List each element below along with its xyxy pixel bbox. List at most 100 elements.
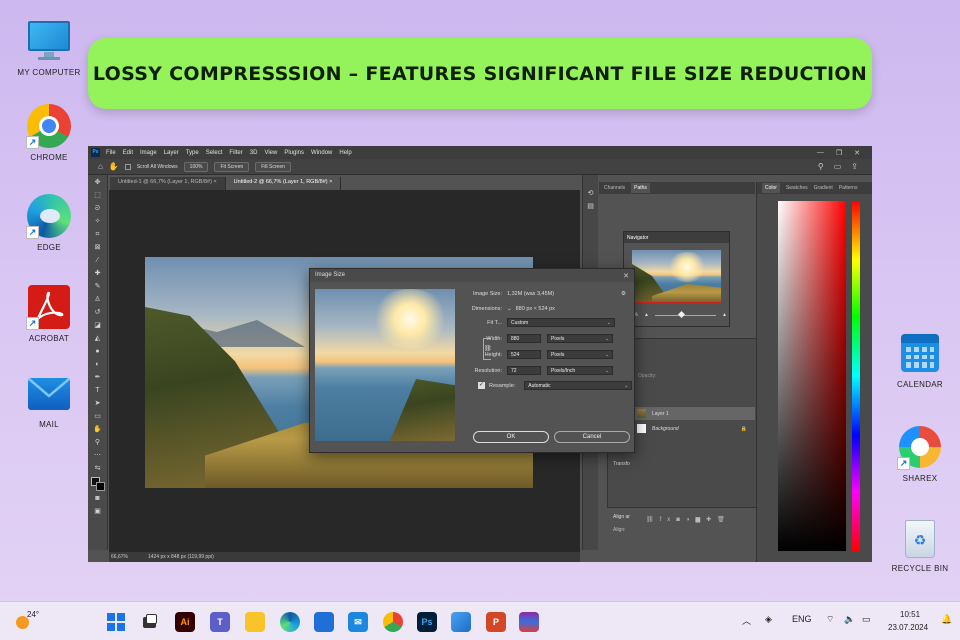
align-panel-label[interactable]: Align ar bbox=[613, 514, 630, 520]
restore-icon[interactable]: ❐ bbox=[836, 149, 842, 157]
height-input[interactable] bbox=[507, 350, 541, 359]
menu-type[interactable]: Type bbox=[186, 150, 199, 156]
photos-icon[interactable] bbox=[451, 612, 471, 632]
rectangle-tool-icon[interactable]: ▭ bbox=[92, 412, 104, 422]
magic-wand-tool-icon[interactable]: ✧ bbox=[92, 217, 104, 227]
dodge-tool-icon[interactable]: ◐ bbox=[92, 360, 104, 370]
clock-date[interactable]: 23.07.2024 bbox=[888, 623, 928, 632]
desktop-icon-edge[interactable]: ↗ EDGE bbox=[9, 193, 89, 252]
menu-filter[interactable]: Filter bbox=[229, 150, 242, 156]
file-explorer-icon[interactable] bbox=[245, 612, 265, 632]
hand-tool-icon[interactable]: ✋ bbox=[92, 425, 104, 435]
lasso-tool-icon[interactable]: ᘐ bbox=[92, 204, 104, 214]
dialog-close-icon[interactable]: ✕ bbox=[623, 272, 629, 280]
bucket-tool-icon[interactable]: ◭ bbox=[92, 334, 104, 344]
tab-untitled-2[interactable]: Untitled-2 @ 66,7% (Layer 1, RGB/8#) × bbox=[225, 177, 342, 190]
desktop-icon-acrobat[interactable]: ↗ ACROBAT bbox=[9, 284, 89, 343]
menu-help[interactable]: Help bbox=[339, 150, 351, 156]
layer-row[interactable]: Background 🔒 bbox=[634, 422, 755, 435]
marquee-tool-icon[interactable]: ⬚ bbox=[92, 191, 104, 201]
zoom-in-icon[interactable]: ▲ bbox=[722, 312, 727, 318]
menu-view[interactable]: View bbox=[264, 150, 277, 156]
zoom-slider[interactable] bbox=[654, 310, 717, 318]
more-tools-icon[interactable]: ⋯ bbox=[92, 451, 104, 461]
healing-tool-icon[interactable]: ✚ bbox=[92, 269, 104, 279]
menu-image[interactable]: Image bbox=[140, 150, 157, 156]
show-hidden-icons-icon[interactable]: ︿ bbox=[742, 614, 751, 627]
layer-actions-icons[interactable]: ⛓fx◙◑▆✚🗑 bbox=[646, 516, 731, 523]
tab-paths[interactable]: Paths bbox=[631, 183, 650, 193]
desktop-icon-sharex[interactable]: ↗ SHAREX bbox=[880, 424, 960, 483]
dimensions-dropdown-icon[interactable]: ⌄ bbox=[507, 306, 512, 312]
stamp-tool-icon[interactable]: ♙ bbox=[92, 295, 104, 305]
zoom-out-icon[interactable]: ▲ bbox=[644, 312, 649, 318]
home-icon[interactable]: ⌂ bbox=[98, 162, 103, 171]
photoshop-icon[interactable]: Ps bbox=[417, 612, 437, 632]
blur-tool-icon[interactable]: ● bbox=[92, 347, 104, 357]
menu-3d[interactable]: 3D bbox=[250, 150, 258, 156]
close-icon[interactable]: ✕ bbox=[854, 149, 860, 157]
tab-swatches[interactable]: Swatches bbox=[786, 185, 808, 191]
cancel-button[interactable]: Cancel bbox=[554, 431, 630, 443]
document-info[interactable]: 1424 px x 848 px (119,99 ppi) bbox=[148, 554, 214, 560]
mail-icon[interactable]: ✉ bbox=[348, 612, 368, 632]
edge-icon[interactable] bbox=[280, 612, 300, 632]
tab-color[interactable]: Color bbox=[762, 183, 780, 193]
illustrator-icon[interactable]: Ai bbox=[175, 612, 195, 632]
menu-window[interactable]: Window bbox=[311, 150, 332, 156]
eyedropper-tool-icon[interactable]: ⁄ bbox=[92, 256, 104, 266]
menu-edit[interactable]: Edit bbox=[123, 150, 133, 156]
frame-tool-icon[interactable]: ⊠ bbox=[92, 243, 104, 253]
desktop-icon-recycle-bin[interactable]: ♻ RECYCLE BIN bbox=[880, 514, 960, 573]
tab-gradient[interactable]: Gradient bbox=[814, 185, 833, 191]
resolution-unit-select[interactable]: Pixels/Inch ⌄ bbox=[547, 366, 613, 375]
resample-checkbox[interactable]: ✓ bbox=[478, 382, 485, 389]
comments-icon[interactable]: ▤ bbox=[585, 202, 597, 212]
copilot-icon[interactable]: ◈ bbox=[765, 614, 772, 625]
lock-icon[interactable]: 🔒 bbox=[741, 426, 747, 432]
crop-tool-icon[interactable]: ⌗ bbox=[92, 230, 104, 240]
minimize-icon[interactable]: — bbox=[817, 149, 824, 157]
tab-untitled-1[interactable]: Untitled-1 @ 66,7% (Layer 1, RGB/8#) × bbox=[110, 177, 226, 190]
quick-mask-icon[interactable]: ◙ bbox=[92, 494, 104, 504]
settings-gear-icon[interactable]: ⚙ bbox=[621, 291, 626, 297]
color-picker-field[interactable] bbox=[778, 201, 846, 551]
powerpoint-icon[interactable]: P bbox=[486, 612, 506, 632]
hand-tool-icon[interactable]: ✋ bbox=[109, 162, 119, 171]
winrar-icon[interactable] bbox=[519, 612, 539, 632]
fit-to-select[interactable]: Custom ⌄ bbox=[507, 318, 615, 327]
desktop-icon-calendar[interactable]: CALENDAR bbox=[880, 330, 960, 389]
fit-screen-button[interactable]: Fit Screen bbox=[214, 161, 250, 172]
eraser-tool-icon[interactable]: ◪ bbox=[92, 321, 104, 331]
desktop-icon-mail[interactable]: MAIL bbox=[9, 370, 89, 429]
hue-slider[interactable] bbox=[852, 201, 860, 551]
transform-panel-label[interactable]: Transfo bbox=[613, 461, 630, 467]
zoom-tool-icon[interactable]: ⚲ bbox=[92, 438, 104, 448]
move-tool-icon[interactable]: ✥ bbox=[92, 178, 104, 188]
ok-button[interactable]: OK bbox=[473, 431, 549, 443]
tab-channels[interactable]: Channels bbox=[604, 185, 625, 191]
workspace-icon[interactable]: ▭ bbox=[834, 162, 842, 171]
history-icon[interactable]: ⟲ bbox=[585, 189, 597, 199]
history-brush-tool-icon[interactable]: ↺ bbox=[92, 308, 104, 318]
language-indicator[interactable]: ENG bbox=[792, 614, 812, 624]
teams-icon[interactable]: T bbox=[210, 612, 230, 632]
pen-tool-icon[interactable]: ✒ bbox=[92, 373, 104, 383]
resample-select[interactable]: Automatic ⌄ bbox=[524, 381, 633, 390]
type-tool-icon[interactable]: T bbox=[92, 386, 104, 396]
zoom-100-button[interactable]: 100% bbox=[183, 161, 209, 172]
layer-row[interactable]: Layer 1 bbox=[634, 407, 755, 420]
chrome-icon[interactable] bbox=[383, 612, 403, 632]
zoom-level[interactable]: 66,67% bbox=[111, 554, 128, 560]
menu-file[interactable]: File bbox=[106, 150, 116, 156]
menu-select[interactable]: Select bbox=[206, 150, 223, 156]
menu-layer[interactable]: Layer bbox=[164, 150, 179, 156]
dialog-preview-image[interactable] bbox=[315, 289, 455, 441]
desktop-icon-chrome[interactable]: ↗ CHROME bbox=[9, 103, 89, 162]
fill-screen-button[interactable]: Fill Screen bbox=[255, 161, 291, 172]
swap-colors-icon[interactable]: ⇆ bbox=[92, 464, 104, 474]
weather-widget[interactable]: 24° bbox=[16, 610, 46, 634]
volume-icon[interactable]: 🔈 bbox=[844, 614, 855, 625]
scroll-all-checkbox[interactable] bbox=[124, 163, 131, 170]
brush-tool-icon[interactable]: ✎ bbox=[92, 282, 104, 292]
